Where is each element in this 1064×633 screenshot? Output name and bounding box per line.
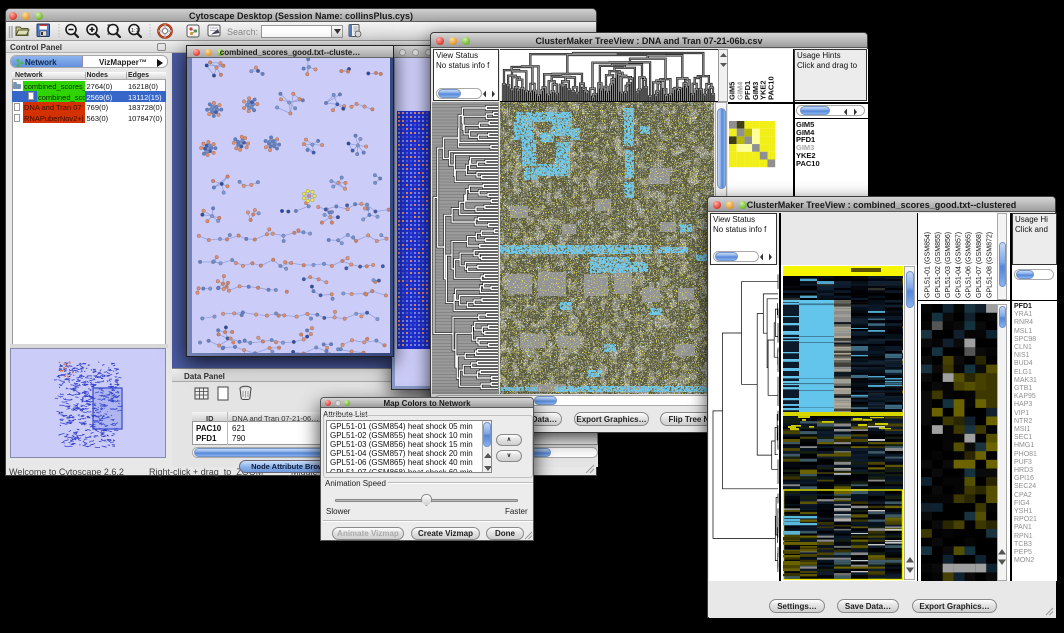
svg-text:1:1: 1:1: [131, 28, 139, 34]
svg-text:GPL51-07 (GSM868): GPL51-07 (GSM868): [976, 232, 983, 298]
svg-text:GPL51-06 (GSM865): GPL51-06 (GSM865): [966, 232, 973, 298]
svg-text:GPL51-03 (GSM856): GPL51-03 (GSM856): [945, 232, 952, 298]
svg-text:GPL51-08 (GSM872): GPL51-08 (GSM872): [986, 232, 993, 298]
svg-text:GPL51-04 (GSM857): GPL51-04 (GSM857): [955, 232, 962, 298]
svg-text:GPL51-02 (GSM855): GPL51-02 (GSM855): [935, 232, 942, 298]
svg-text:PAC10: PAC10: [767, 76, 776, 100]
svg-text:GPL51-01 (GSM854): GPL51-01 (GSM854): [925, 232, 932, 298]
